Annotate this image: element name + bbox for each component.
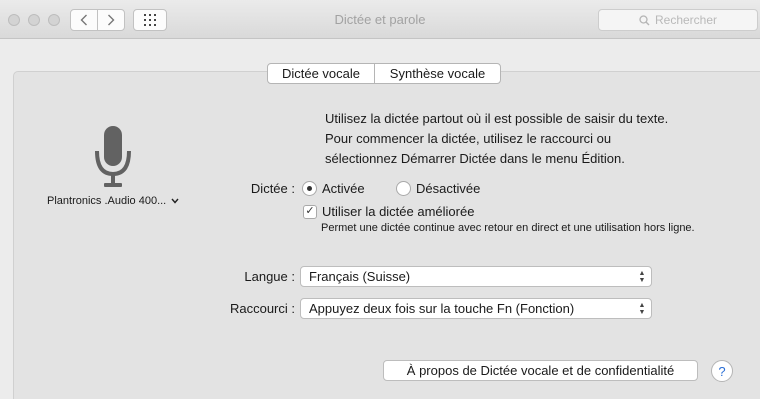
- about-privacy-button[interactable]: À propos de Dictée vocale et de confiden…: [383, 360, 698, 381]
- checkmark-icon: ✓: [303, 204, 317, 219]
- langue-select[interactable]: Français (Suisse) ▲ ▼: [300, 266, 652, 287]
- tab-bar: Dictée vocale Synthèse vocale: [267, 63, 501, 84]
- description-line: Utilisez la dictée partout où il est pos…: [325, 111, 669, 126]
- radio-activee[interactable]: Activée: [302, 181, 365, 196]
- enhanced-dictation-label: Utiliser la dictée améliorée: [322, 204, 475, 219]
- search-icon: [639, 14, 650, 25]
- dictee-label: Dictée :: [250, 181, 295, 196]
- langue-value: Français (Suisse): [309, 269, 411, 284]
- search-input[interactable]: Rechercher: [598, 9, 758, 31]
- tab-synthese-vocale[interactable]: Synthèse vocale: [374, 64, 500, 83]
- enhanced-dictation-description: Permet une dictée continue avec retour e…: [321, 222, 695, 234]
- langue-label: Langue :: [244, 269, 295, 284]
- stepper-arrows-icon: ▲ ▼: [638, 269, 646, 284]
- microphone-icon: [95, 126, 131, 187]
- search-placeholder: Rechercher: [654, 13, 718, 27]
- radio-desactivee[interactable]: Désactivée: [396, 181, 480, 196]
- title-bar: Dictée et parole Rechercher: [0, 0, 760, 39]
- radio-activee-label: Activée: [322, 181, 365, 196]
- raccourci-value: Appuyez deux fois sur la touche Fn (Fonc…: [309, 301, 575, 316]
- dictation-description: Utilisez la dictée partout où il est pos…: [325, 109, 725, 169]
- description-line: Pour commencer la dictée, utilisez le ra…: [325, 131, 612, 146]
- tab-dictee-vocale[interactable]: Dictée vocale: [268, 64, 374, 83]
- raccourci-label: Raccourci :: [229, 301, 295, 316]
- help-button[interactable]: ?: [711, 360, 733, 382]
- description-line: sélectionnez Démarrer Dictée dans le men…: [325, 151, 625, 166]
- stepper-arrows-icon: ▲ ▼: [638, 301, 646, 316]
- radio-selected-icon: [302, 181, 317, 196]
- enhanced-dictation-checkbox[interactable]: ✓ Utiliser la dictée améliorée: [303, 204, 474, 219]
- microphone-label: Plantronics .Audio 400...: [47, 195, 167, 207]
- radio-desactivee-label: Désactivée: [416, 181, 481, 196]
- microphone-select[interactable]: Plantronics .Audio 400...: [47, 195, 179, 207]
- raccourci-select[interactable]: Appuyez deux fois sur la touche Fn (Fonc…: [300, 298, 652, 319]
- chevron-down-icon: [171, 198, 179, 204]
- radio-unselected-icon: [396, 181, 411, 196]
